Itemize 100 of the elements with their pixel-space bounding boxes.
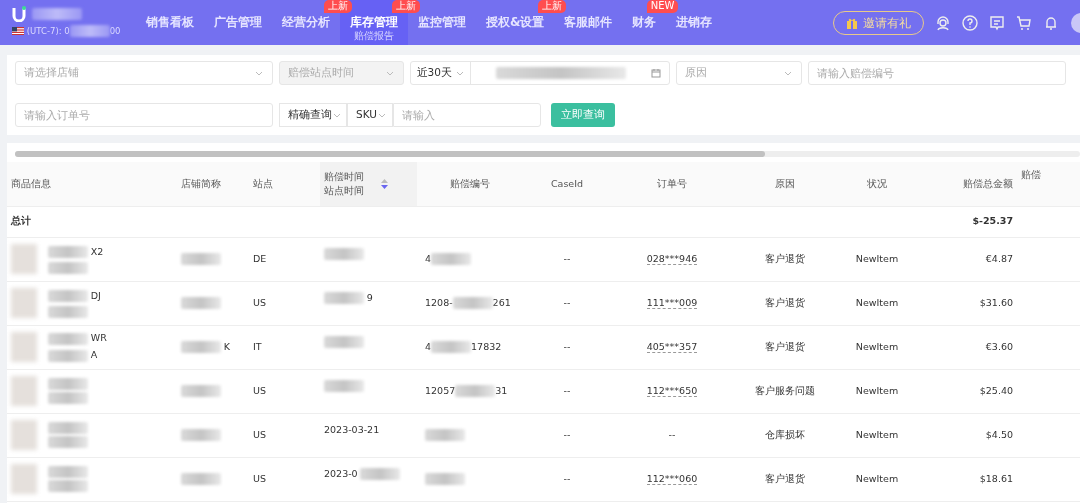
date-cell-text: 2023-03-21 — [324, 422, 380, 437]
new-badge: 上新 — [324, 0, 352, 13]
input-field[interactable]: 请输入 — [394, 104, 540, 126]
reason-cell: 仓库损坏 — [764, 428, 805, 440]
amount-cell: €3.60 — [985, 340, 1013, 352]
order-number: -- — [668, 428, 676, 440]
total-amount: $-25.37 — [972, 215, 1013, 227]
select-field[interactable]: 精确查询 — [279, 103, 347, 127]
blurred-text — [31, 8, 82, 20]
nav-tab[interactable]: 销售看板 — [136, 0, 204, 45]
select-field[interactable]: 原因 — [676, 61, 802, 85]
product-name: DJ — [90, 288, 101, 303]
select-field[interactable]: SKU — [347, 103, 393, 127]
amount-cell: $25.40 — [979, 384, 1013, 396]
bell-icon[interactable] — [1043, 14, 1059, 31]
column-header: 商品信息 — [11, 176, 51, 191]
product-name: X2 — [90, 244, 104, 259]
flag-icon — [12, 27, 24, 36]
reason-cell: 客户退货 — [764, 296, 805, 308]
site-cell: US — [253, 296, 266, 308]
message-icon[interactable] — [989, 14, 1005, 31]
order-link[interactable]: 111***009 — [646, 296, 698, 309]
case-id: -- — [563, 384, 571, 396]
timezone-label: (UTC-7): 0 — [26, 25, 70, 38]
case-id: -- — [563, 296, 571, 308]
status-cell: NewItem — [855, 252, 899, 264]
site-cell: DE — [253, 252, 267, 264]
avatar-icon[interactable] — [1070, 11, 1080, 34]
claim-number: 1208- — [425, 295, 453, 310]
amount-cell: $18.61 — [979, 472, 1013, 484]
blurred-thumbnail — [11, 288, 37, 318]
order-link[interactable]: 112***650 — [646, 384, 698, 397]
product-name: A — [90, 348, 98, 363]
claim-number: 12057 — [425, 383, 456, 398]
case-id: -- — [563, 472, 571, 484]
preset-label: 近30天 — [416, 65, 452, 81]
column-header: 赔偿编号 — [449, 176, 490, 191]
blurred-thumbnail — [11, 420, 37, 450]
new-badge: NEW — [646, 0, 679, 13]
site-cell: US — [253, 384, 266, 396]
search-button[interactable]: 立即查询 — [551, 103, 615, 127]
order-link[interactable]: 028***946 — [646, 252, 698, 265]
shop-name: K — [223, 339, 230, 354]
total-label: 总计 — [11, 215, 31, 227]
reason-cell: 客户退货 — [764, 252, 805, 264]
nav-tab[interactable]: 广告管理 — [204, 0, 272, 45]
status-cell: NewItem — [855, 472, 899, 484]
status-cell: NewItem — [855, 296, 899, 308]
input-field[interactable]: 请输入订单号 — [16, 104, 272, 126]
headset-icon[interactable] — [935, 14, 951, 31]
claim-number: 4 — [425, 251, 432, 266]
scrollbar-thumb[interactable] — [15, 151, 765, 157]
date-cell-text: 2023-0 — [324, 466, 358, 481]
new-badge: 上新 — [392, 0, 420, 13]
case-id: -- — [563, 252, 571, 264]
input-field[interactable]: 请输入赔偿编号 — [809, 62, 1065, 84]
reason-cell: 客户退货 — [764, 472, 805, 484]
product-name: WR — [90, 331, 107, 346]
claim-number: 261 — [492, 295, 511, 310]
blurred-thumbnail — [11, 332, 37, 362]
status-cell: NewItem — [855, 384, 899, 396]
column-header: 站点 — [253, 176, 273, 191]
claim-number: 4 — [425, 339, 432, 354]
amount-cell: $4.50 — [985, 428, 1013, 440]
order-link[interactable]: 405***357 — [646, 340, 698, 353]
column-header: CaseId — [550, 176, 584, 191]
status-cell: NewItem — [855, 428, 899, 440]
blurred-thumbnail — [11, 244, 37, 274]
column-header: 状况 — [867, 176, 887, 191]
gift-icon — [846, 16, 858, 29]
order-link[interactable]: 112***060 — [646, 472, 698, 485]
sort-icon[interactable] — [380, 178, 388, 189]
claim-number: 31 — [495, 383, 508, 398]
help-icon[interactable] — [962, 14, 978, 31]
blurred-thumbnail — [11, 376, 37, 406]
calendar-icon — [651, 68, 661, 78]
logo-icon — [12, 6, 26, 22]
case-id: -- — [563, 428, 571, 440]
status-cell: NewItem — [855, 340, 899, 352]
column-header: 赔偿时间 站点时间 — [324, 169, 364, 198]
reason-cell: 客户退货 — [764, 340, 805, 352]
column-header: 赔偿总金额 — [963, 176, 1013, 191]
new-badge: 上新 — [538, 0, 567, 13]
reason-cell: 客户服务问题 — [754, 384, 815, 396]
claim-number: 17832 — [471, 339, 502, 354]
timezone-label: 00 — [109, 25, 121, 38]
select-field[interactable]: 请选择店铺 — [15, 61, 273, 85]
date-cell-text: 9 — [366, 290, 373, 305]
cart-icon[interactable] — [1016, 14, 1032, 31]
date-range-field[interactable]: 近30天 — [410, 61, 670, 85]
case-id: -- — [563, 340, 571, 352]
column-header: 原因 — [774, 176, 795, 191]
column-header: 订单号 — [657, 176, 687, 191]
site-cell: US — [253, 472, 266, 484]
amount-cell: $31.60 — [979, 296, 1013, 308]
site-cell: IT — [253, 340, 262, 352]
blurred-thumbnail — [11, 464, 37, 494]
column-header: 店铺简称 — [181, 176, 221, 191]
site-cell: US — [253, 428, 266, 440]
amount-cell: €4.87 — [985, 252, 1013, 264]
